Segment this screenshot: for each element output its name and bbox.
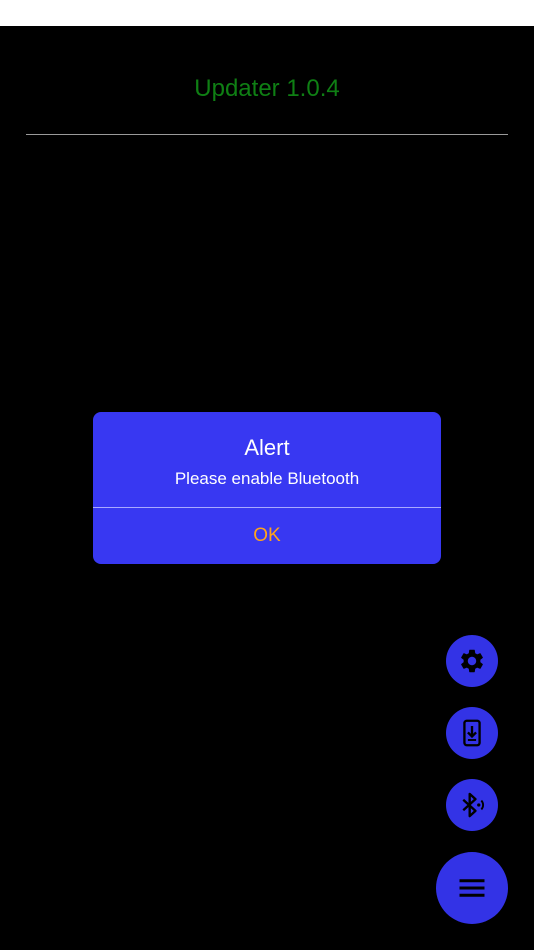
alert-ok-button[interactable]: OK: [93, 508, 441, 564]
bluetooth-audio-icon: [462, 792, 484, 818]
bluetooth-button[interactable]: [446, 779, 498, 831]
app-screen: Updater 1.0.4 Alert Please enable Blueto…: [0, 0, 534, 950]
alert-title: Alert: [244, 435, 290, 460]
hamburger-menu-icon: [459, 879, 485, 897]
settings-button[interactable]: [446, 635, 498, 687]
menu-button[interactable]: [436, 852, 508, 924]
alert-dialog: Alert Please enable Bluetooth OK: [93, 412, 441, 564]
firmware-download-button[interactable]: [446, 707, 498, 759]
gear-icon: [461, 649, 483, 673]
app-title: Updater 1.0.4: [194, 75, 340, 102]
status-bar: [0, 0, 534, 26]
title-divider: [26, 134, 508, 135]
phone-download-icon: [463, 719, 481, 747]
alert-message: Please enable Bluetooth: [174, 469, 360, 488]
